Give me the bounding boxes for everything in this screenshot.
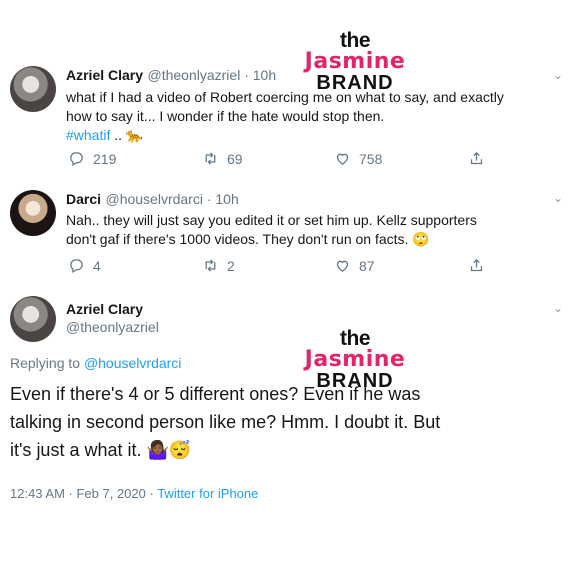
like-count: 87	[359, 257, 375, 274]
like-count: 758	[359, 150, 383, 167]
retweet-icon	[205, 259, 216, 272]
share-icon	[470, 151, 483, 165]
tweet3-handle[interactable]: @theonlyazriel	[66, 319, 159, 335]
share-button[interactable]	[468, 150, 485, 167]
tweet-source-link[interactable]: Twitter for iPhone	[157, 486, 258, 501]
replying-handle-link[interactable]: @houselvrdarci	[84, 355, 181, 371]
reply-count: 219	[93, 150, 117, 167]
reply-button[interactable]: 219	[68, 150, 116, 167]
tweet3-meta: 12:43 AM · Feb 7, 2020 · Twitter for iPh…	[10, 486, 259, 501]
watermark-the: the	[340, 29, 371, 52]
reply-icon	[70, 152, 83, 167]
tweet2-name[interactable]: Darci	[66, 191, 101, 207]
retweet-count: 2	[227, 257, 235, 274]
watermark-the: the	[340, 327, 371, 350]
reply-icon	[70, 259, 83, 274]
tweet3-text: Even if there's 4 or 5 different ones? E…	[10, 384, 441, 460]
chevron-down-icon[interactable]: ⌄	[553, 301, 563, 315]
chevron-down-icon[interactable]: ⌄	[553, 191, 563, 205]
watermark-jasmine: Jasmine	[304, 347, 406, 372]
watermark-jasmine: Jasmine	[304, 49, 406, 74]
replying-to: Replying to @houselvrdarci	[10, 355, 182, 371]
tweet-timestamp[interactable]: 12:43 AM · Feb 7, 2020	[10, 486, 146, 501]
retweet-button[interactable]: 69	[202, 150, 243, 167]
leopard-emoji: 🐆	[125, 127, 144, 143]
like-button[interactable]: 87	[334, 257, 375, 274]
avatar-darci[interactable]	[10, 190, 56, 236]
tweet3-header: Azriel Clary @theonlyazriel	[66, 301, 159, 335]
retweet-count: 69	[227, 150, 243, 167]
like-icon	[336, 153, 349, 165]
tweet3-name[interactable]: Azriel Clary	[66, 301, 159, 317]
watermark-logo-top: the Jasmine BRAND	[300, 30, 410, 93]
share-button[interactable]	[468, 257, 485, 274]
hashtag-link[interactable]: #whatif	[66, 127, 110, 143]
tweet1-handle[interactable]: @theonlyazriel · 10h	[148, 67, 277, 83]
shrug-sleep-emojis: 🤷🏾‍♀️😴	[146, 440, 192, 460]
avatar-azriel[interactable]	[10, 66, 56, 112]
tweet1-text: what if I had a video of Robert coercing…	[66, 89, 504, 143]
tweet2-handle[interactable]: @houselvrdarci · 10h	[105, 191, 238, 207]
reply-button[interactable]: 4	[68, 257, 101, 274]
like-icon	[336, 260, 349, 272]
retweet-icon	[205, 152, 216, 165]
chevron-down-icon[interactable]: ⌄	[553, 68, 563, 82]
eye-roll-emoji: 🙄	[412, 231, 430, 247]
tweet2-header: Darci @houselvrdarci · 10h	[66, 191, 239, 209]
avatar-azriel[interactable]	[10, 296, 56, 342]
tweet1-header: Azriel Clary @theonlyazriel · 10h	[66, 67, 276, 85]
reply-count: 4	[93, 257, 101, 274]
share-icon	[470, 258, 483, 272]
tweet1-name[interactable]: Azriel Clary	[66, 67, 143, 83]
retweet-button[interactable]: 2	[202, 257, 235, 274]
tweet2-text: Nah.. they will just say you edited it o…	[66, 212, 477, 247]
like-button[interactable]: 758	[334, 150, 382, 167]
